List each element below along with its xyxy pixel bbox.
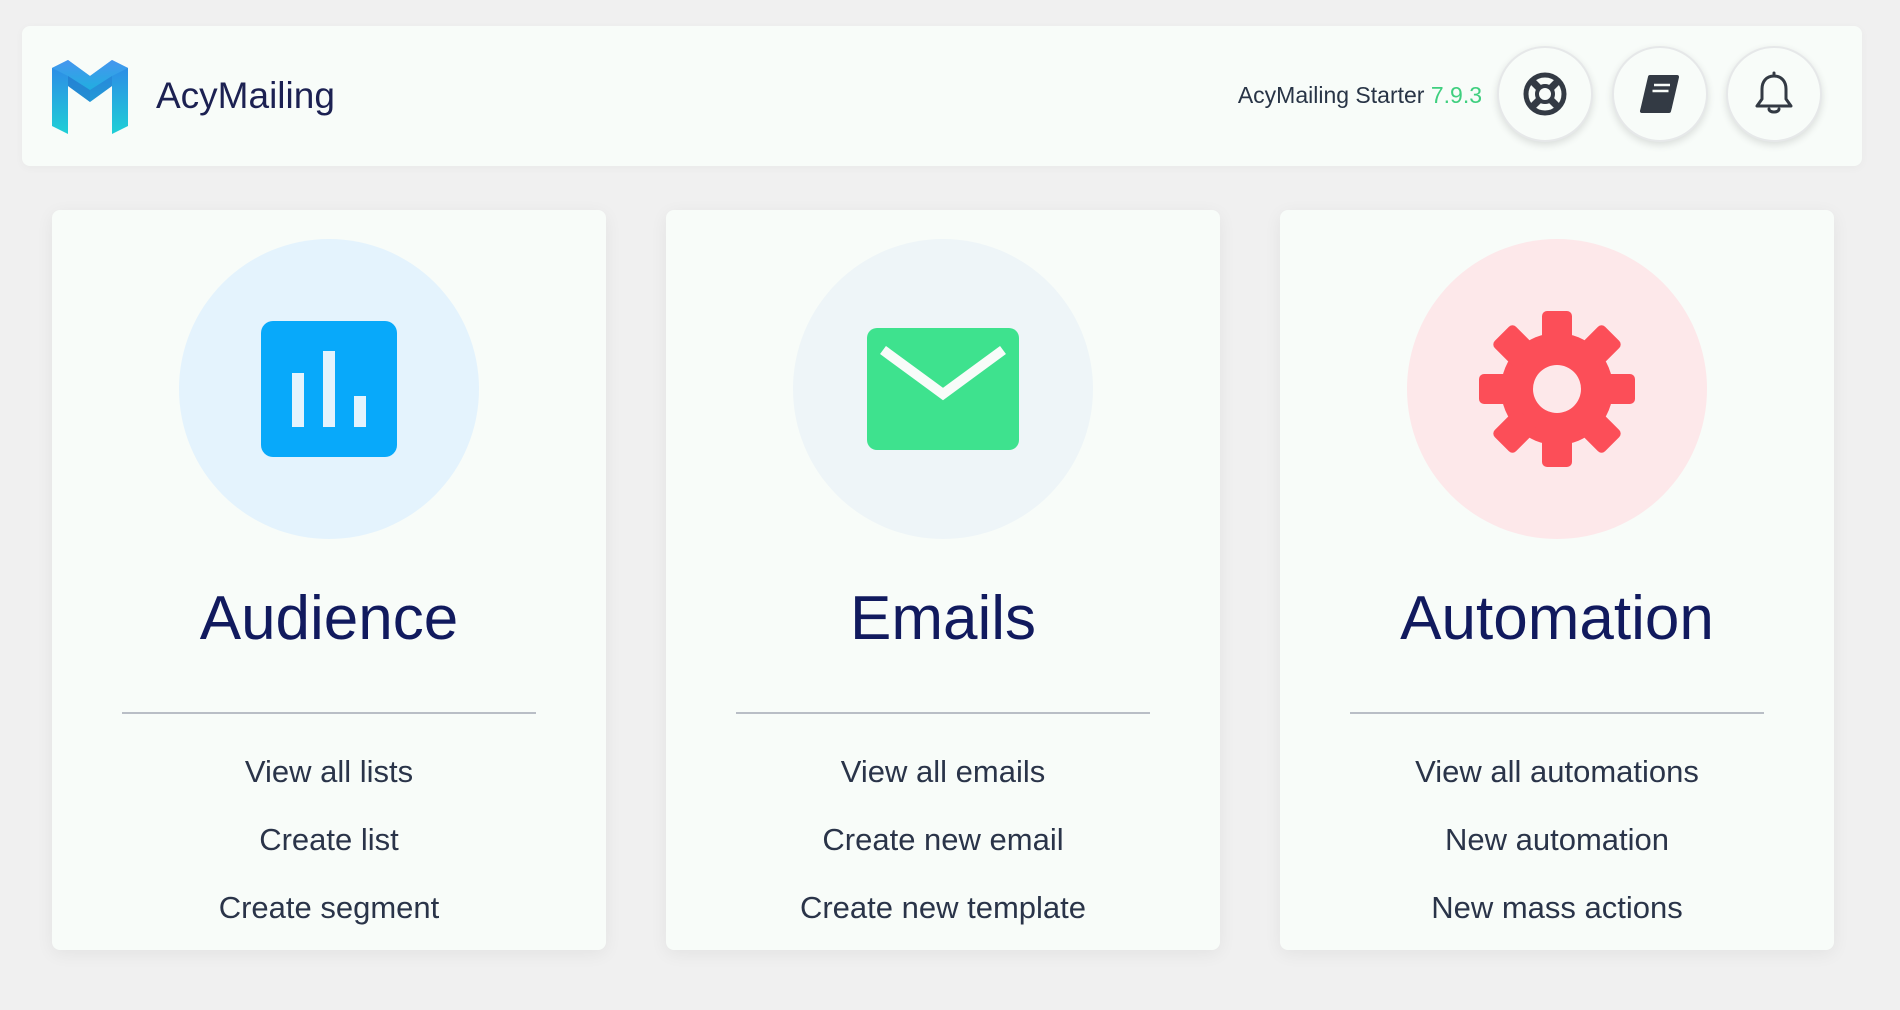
audience-links: View all lists Create list Create segmen… — [52, 738, 606, 942]
audience-icon-circle — [179, 239, 479, 539]
divider — [736, 712, 1150, 714]
lifebuoy-icon — [1523, 72, 1567, 116]
automation-card: Automation View all automations New auto… — [1280, 210, 1834, 950]
emails-title: Emails — [849, 584, 1037, 653]
create-new-template-link[interactable]: Create new template — [666, 874, 1220, 942]
new-automation-link[interactable]: New automation — [1280, 806, 1834, 874]
view-all-lists-link[interactable]: View all lists — [52, 738, 606, 806]
envelope-icon[interactable] — [867, 328, 1019, 450]
version-number: 7.9.3 — [1430, 82, 1482, 108]
create-segment-link[interactable]: Create segment — [52, 874, 606, 942]
version-info: AcyMailing Starter 7.9.3 — [1200, 82, 1482, 109]
bar-chart-icon[interactable] — [261, 321, 397, 457]
edition-label: AcyMailing Starter — [1237, 82, 1431, 108]
emails-links: View all emails Create new email Create … — [666, 738, 1220, 942]
emails-card: Emails View all emails Create new email … — [666, 210, 1220, 950]
new-mass-actions-link[interactable]: New mass actions — [1280, 874, 1834, 942]
automation-title: Automation — [1400, 584, 1714, 653]
gear-icon[interactable] — [1477, 309, 1637, 469]
emails-icon-circle — [793, 239, 1093, 539]
automation-icon-circle — [1407, 239, 1707, 539]
divider — [122, 712, 536, 714]
audience-card: Audience View all lists Create list Crea… — [52, 210, 606, 950]
view-all-automations-link[interactable]: View all automations — [1280, 738, 1834, 806]
notifications-button[interactable] — [1726, 46, 1822, 142]
top-header: AcyMailing AcyMailing Starter 7.9.3 — [22, 26, 1862, 166]
dashboard-page: AcyMailing AcyMailing Starter 7.9.3 Audi… — [0, 0, 1900, 1010]
app-name: AcyMailing — [156, 75, 335, 116]
automation-links: View all automations New automation New … — [1280, 738, 1834, 942]
audience-title: Audience — [199, 584, 459, 653]
bell-icon — [1755, 71, 1793, 114]
support-button[interactable] — [1497, 46, 1593, 142]
book-icon — [1640, 75, 1679, 113]
create-list-link[interactable]: Create list — [52, 806, 606, 874]
acymailing-logo-icon[interactable] — [52, 60, 128, 134]
documentation-button[interactable] — [1612, 46, 1708, 142]
divider — [1350, 712, 1764, 714]
view-all-emails-link[interactable]: View all emails — [666, 738, 1220, 806]
create-new-email-link[interactable]: Create new email — [666, 806, 1220, 874]
